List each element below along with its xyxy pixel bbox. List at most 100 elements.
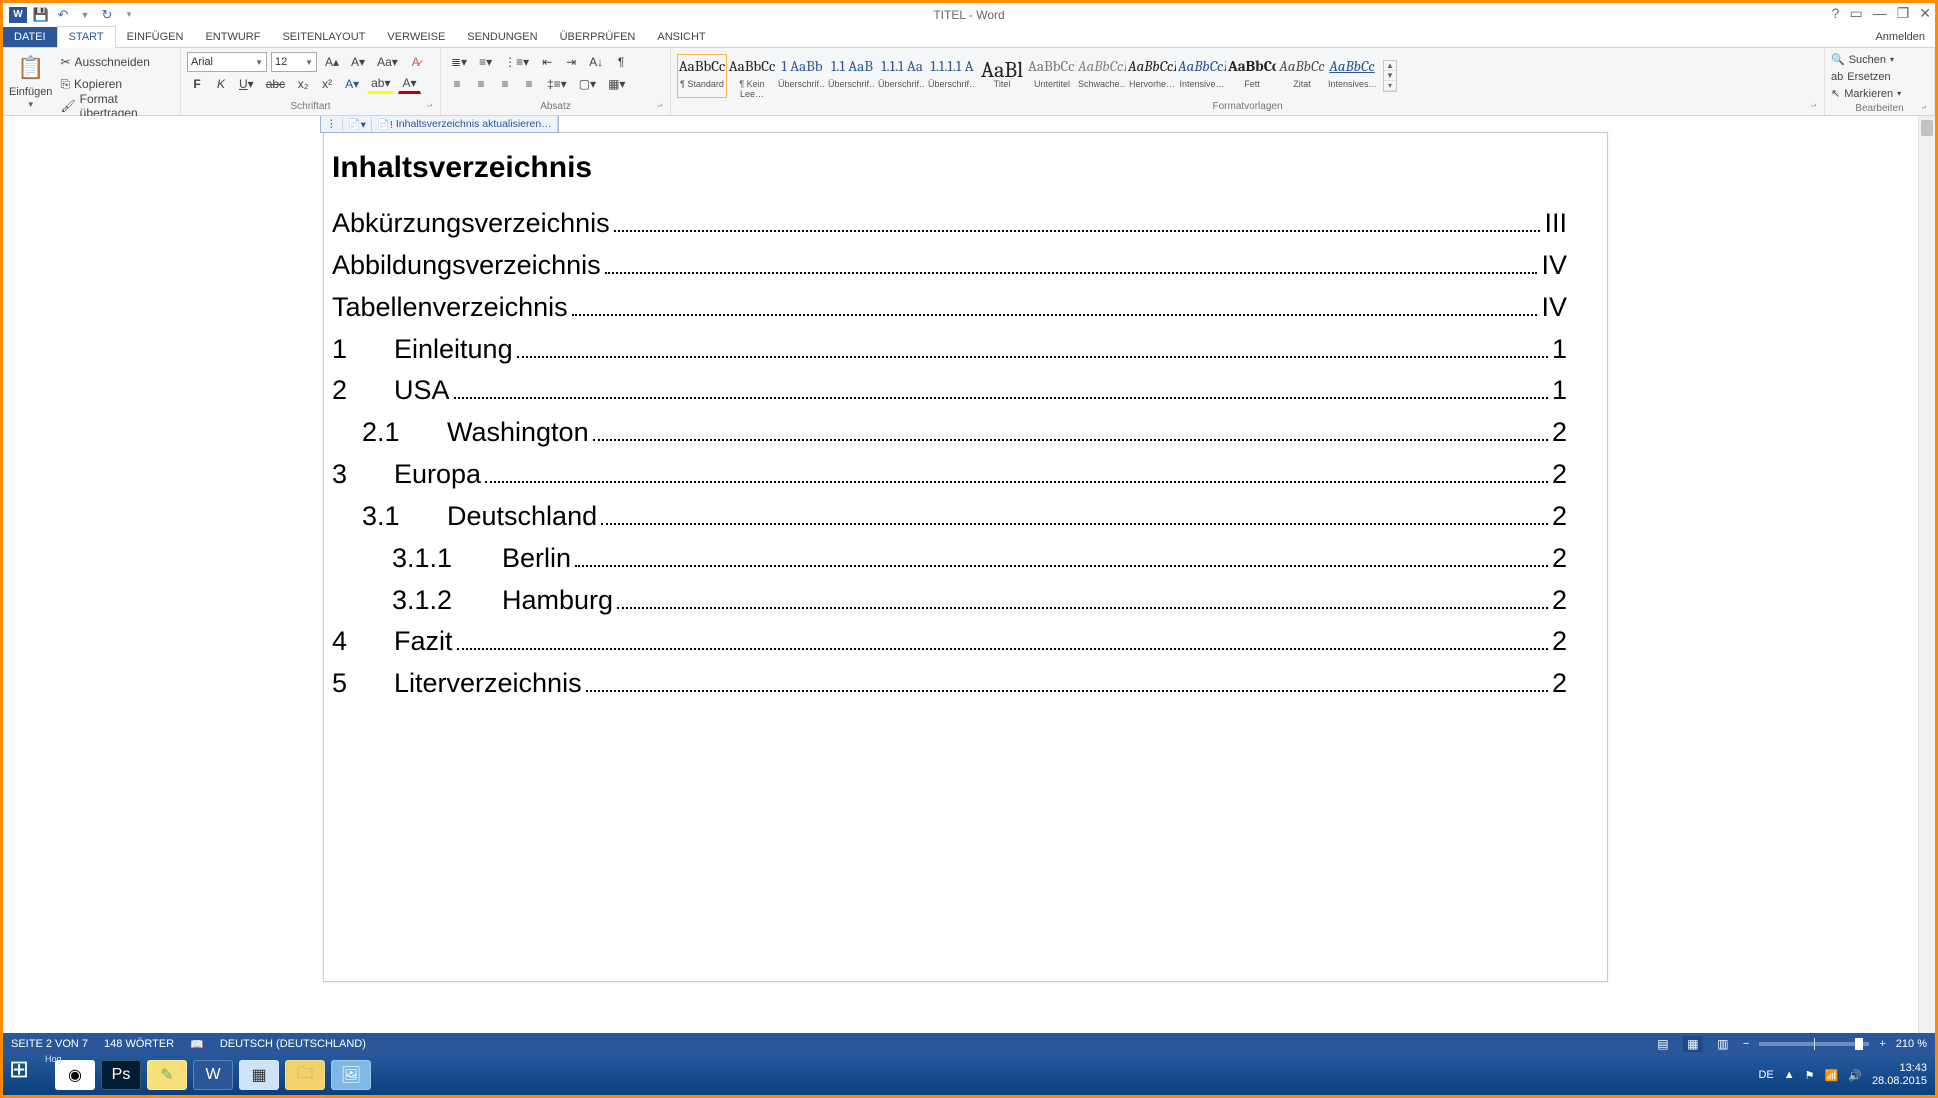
help-icon[interactable]: ?: [1832, 5, 1840, 22]
maximize-icon[interactable]: ❐: [1897, 5, 1910, 22]
tab-mailings[interactable]: SENDUNGEN: [456, 27, 548, 47]
borders-button[interactable]: ▦▾: [604, 74, 629, 94]
undo-dropdown-icon[interactable]: ▼: [77, 7, 93, 23]
tab-file[interactable]: DATEI: [3, 27, 57, 47]
style-tile[interactable]: AaBbCc¶ Kein Lee…: [727, 54, 777, 98]
minimize-icon[interactable]: —: [1873, 5, 1887, 22]
copy-button[interactable]: ⎘Kopieren: [56, 74, 174, 94]
underline-button[interactable]: U▾: [235, 74, 258, 94]
taskbar-photoshop-icon[interactable]: Ps: [101, 1060, 141, 1090]
toc-entry[interactable]: 3.1.1Berlin2: [332, 538, 1567, 580]
toc-handle-icon[interactable]: ⋮: [321, 117, 343, 131]
taskbar-notes-icon[interactable]: ✎: [147, 1060, 187, 1090]
document-workspace[interactable]: ^ ⋮ 📄▾ 📄!Inhaltsverzeichnis aktualisiere…: [3, 116, 1935, 1033]
grow-font-button[interactable]: A▴: [321, 52, 343, 72]
tab-design[interactable]: ENTWURF: [194, 27, 271, 47]
style-tile[interactable]: AaBbCcFett: [1227, 54, 1277, 98]
style-tile[interactable]: AaBbCcDIntensive…: [1177, 54, 1227, 98]
style-tile[interactable]: AaBbCcDUntertitel: [1027, 54, 1077, 98]
align-center-button[interactable]: ≡: [471, 74, 491, 94]
cut-button[interactable]: ✂Ausschneiden: [56, 52, 174, 72]
toc-entry[interactable]: AbbildungsverzeichnisIV: [332, 245, 1567, 287]
toc-entry[interactable]: 5Literverzeichnis2: [332, 663, 1567, 705]
toc-options-button[interactable]: 📄▾: [343, 117, 372, 132]
style-tile[interactable]: AaBlTitel: [977, 54, 1027, 98]
toc-entry[interactable]: AbkürzungsverzeichnisIII: [332, 203, 1567, 245]
undo-icon[interactable]: ↶: [55, 7, 71, 23]
align-left-button[interactable]: ≡: [447, 74, 467, 94]
justify-button[interactable]: ≡: [519, 74, 539, 94]
tray-language[interactable]: DE: [1758, 1069, 1773, 1081]
tray-volume-icon[interactable]: 🔊: [1848, 1069, 1862, 1082]
shrink-font-button[interactable]: A▾: [347, 52, 369, 72]
status-page[interactable]: SEITE 2 VON 7: [11, 1038, 88, 1050]
toc-entry[interactable]: 3.1.2Hamburg2: [332, 580, 1567, 622]
sign-in-link[interactable]: Anmelden: [1865, 27, 1935, 47]
ribbon-display-options-icon[interactable]: ▭: [1849, 5, 1862, 22]
select-button[interactable]: ↖Markieren▾: [1831, 86, 1928, 101]
tab-review[interactable]: ÜBERPRÜFEN: [549, 27, 647, 47]
tray-clock[interactable]: 13:43 28.08.2015: [1872, 1062, 1927, 1087]
style-tile[interactable]: 1.1.1.1 AÜberschrif…: [927, 54, 977, 98]
style-tile[interactable]: AaBbCcDHervorhe…: [1127, 54, 1177, 98]
decrease-indent-button[interactable]: ⇤: [537, 52, 557, 72]
zoom-level[interactable]: 210 %: [1896, 1038, 1927, 1050]
subscript-button[interactable]: x₂: [293, 74, 313, 94]
view-web-layout-button[interactable]: ▥: [1713, 1036, 1733, 1052]
document-page[interactable]: ⋮ 📄▾ 📄!Inhaltsverzeichnis aktualisieren……: [323, 132, 1608, 982]
replace-button[interactable]: abErsetzen: [1831, 69, 1928, 84]
style-tile[interactable]: AaBbCcDSchwache…: [1077, 54, 1127, 98]
tray-flag-icon[interactable]: ⚑: [1805, 1069, 1815, 1082]
close-icon[interactable]: ✕: [1919, 5, 1931, 22]
style-tile[interactable]: 1.1.1 AaÜberschrif…: [877, 54, 927, 98]
taskbar-photos-icon[interactable]: 🖼: [331, 1060, 371, 1090]
qat-customize-icon[interactable]: ▾: [121, 7, 137, 23]
find-button[interactable]: 🔍Suchen▾: [1831, 52, 1928, 67]
taskbar-word-icon[interactable]: W: [193, 1060, 233, 1090]
style-tile[interactable]: 1 AaBbÜberschrif…: [777, 54, 827, 98]
increase-indent-button[interactable]: ⇥: [561, 52, 581, 72]
status-language[interactable]: DEUTSCH (DEUTSCHLAND): [220, 1038, 366, 1050]
format-painter-button[interactable]: 🖌Format übertragen: [56, 96, 174, 116]
change-case-button[interactable]: Aa▾: [373, 52, 402, 72]
strikethrough-button[interactable]: abc: [262, 74, 289, 94]
toc-entry[interactable]: 2USA1: [332, 370, 1567, 412]
italic-button[interactable]: K: [211, 74, 231, 94]
shading-button[interactable]: ▢▾: [575, 74, 600, 94]
zoom-in-button[interactable]: +: [1879, 1038, 1885, 1050]
styles-scroll[interactable]: ▲▼▾: [1383, 60, 1397, 92]
text-effects-button[interactable]: A▾: [341, 74, 363, 94]
styles-gallery[interactable]: AaBbCc¶ StandardAaBbCc¶ Kein Lee…1 AaBbÜ…: [677, 54, 1377, 98]
style-tile[interactable]: AaBbCcIntensives…: [1327, 54, 1377, 98]
taskbar-chrome-icon[interactable]: ◉: [55, 1060, 95, 1090]
show-marks-button[interactable]: ¶: [611, 52, 631, 72]
toc-entry[interactable]: 1Einleitung1: [332, 329, 1567, 371]
bullets-button[interactable]: ≣▾: [447, 52, 471, 72]
start-button[interactable]: ⊞: [9, 1055, 49, 1095]
zoom-slider-knob[interactable]: [1855, 1038, 1863, 1050]
font-color-button[interactable]: A▾: [398, 74, 420, 94]
toc-update-button[interactable]: 📄!Inhaltsverzeichnis aktualisieren…: [372, 117, 558, 132]
align-right-button[interactable]: ≡: [495, 74, 515, 94]
tray-network-icon[interactable]: 📶: [1825, 1069, 1839, 1082]
scrollbar-thumb[interactable]: [1921, 120, 1933, 136]
clear-formatting-button[interactable]: A̷: [406, 52, 426, 72]
zoom-slider[interactable]: [1759, 1042, 1869, 1046]
paste-button[interactable]: 📋 Einfügen ▼: [9, 52, 52, 109]
status-word-count[interactable]: 148 WÖRTER: [104, 1038, 174, 1050]
toc-entry[interactable]: TabellenverzeichnisIV: [332, 287, 1567, 329]
toc-entry[interactable]: 4Fazit2: [332, 621, 1567, 663]
style-tile[interactable]: AaBbCc¶ Standard: [677, 54, 727, 98]
tab-page-layout[interactable]: SEITENLAYOUT: [271, 27, 376, 47]
zoom-out-button[interactable]: −: [1743, 1038, 1749, 1050]
view-read-mode-button[interactable]: ▤: [1653, 1036, 1673, 1052]
style-tile[interactable]: 1.1 AaBÜberschrif…: [827, 54, 877, 98]
superscript-button[interactable]: x²: [317, 74, 337, 94]
view-print-layout-button[interactable]: ▦: [1683, 1036, 1703, 1052]
tab-insert[interactable]: EINFÜGEN: [116, 27, 195, 47]
font-size-combo[interactable]: 12▼: [271, 52, 317, 72]
tab-start[interactable]: START: [57, 26, 116, 48]
vertical-scrollbar[interactable]: [1918, 116, 1935, 1033]
numbering-button[interactable]: ≡▾: [475, 52, 496, 72]
taskbar-calc-icon[interactable]: ▦: [239, 1060, 279, 1090]
